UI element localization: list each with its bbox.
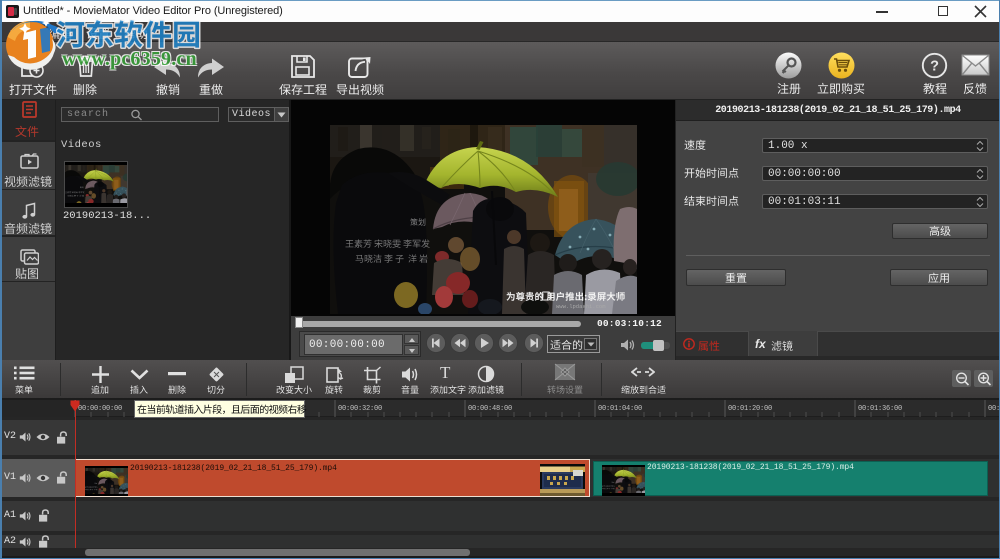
svg-text:?: ? — [930, 59, 939, 75]
